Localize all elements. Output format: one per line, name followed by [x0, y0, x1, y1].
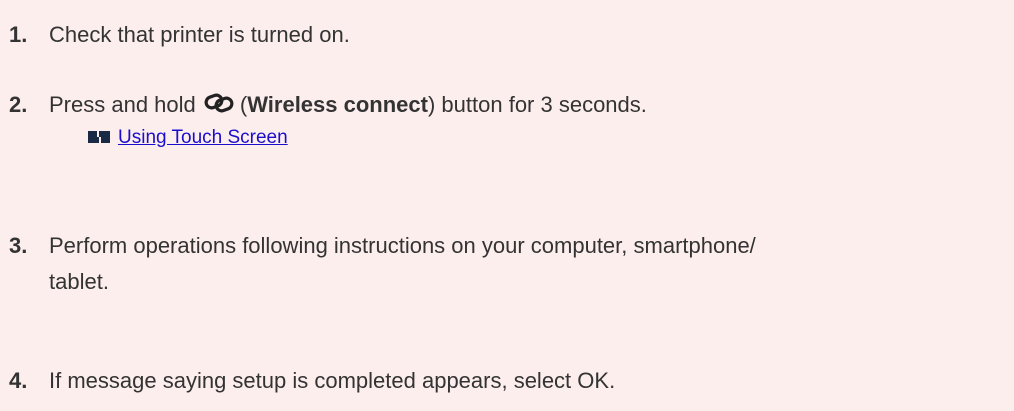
step-text-line-2: tablet.: [49, 269, 109, 294]
step-text: Check that printer is turned on.: [49, 22, 350, 47]
wireless-connect-label: Wireless connect: [247, 92, 428, 117]
step-number: 4.: [9, 368, 28, 393]
step-text-line-1: Perform operations following instruction…: [49, 233, 756, 258]
step-number: 2.: [9, 92, 28, 117]
step-text-after: ) button for 3 seconds.: [427, 92, 647, 117]
step-text: If message saying setup is completed app…: [49, 368, 616, 393]
step-number: 1.: [9, 22, 28, 47]
step-number: 3.: [9, 233, 28, 258]
step-text: Perform operations following instruction…: [49, 228, 1009, 300]
instruction-page: 1. Check that printer is turned on. 2. P…: [0, 0, 1014, 411]
using-touch-screen-link-row: Using Touch Screen: [88, 124, 288, 152]
wireless-connect-icon: [204, 93, 234, 113]
page-link-icon: [88, 131, 110, 143]
using-touch-screen-link[interactable]: Using Touch Screen: [118, 127, 288, 148]
step-text: Press and hold (Wireless connect) button…: [49, 87, 1009, 123]
step-text-before: Press and hold: [49, 92, 196, 117]
